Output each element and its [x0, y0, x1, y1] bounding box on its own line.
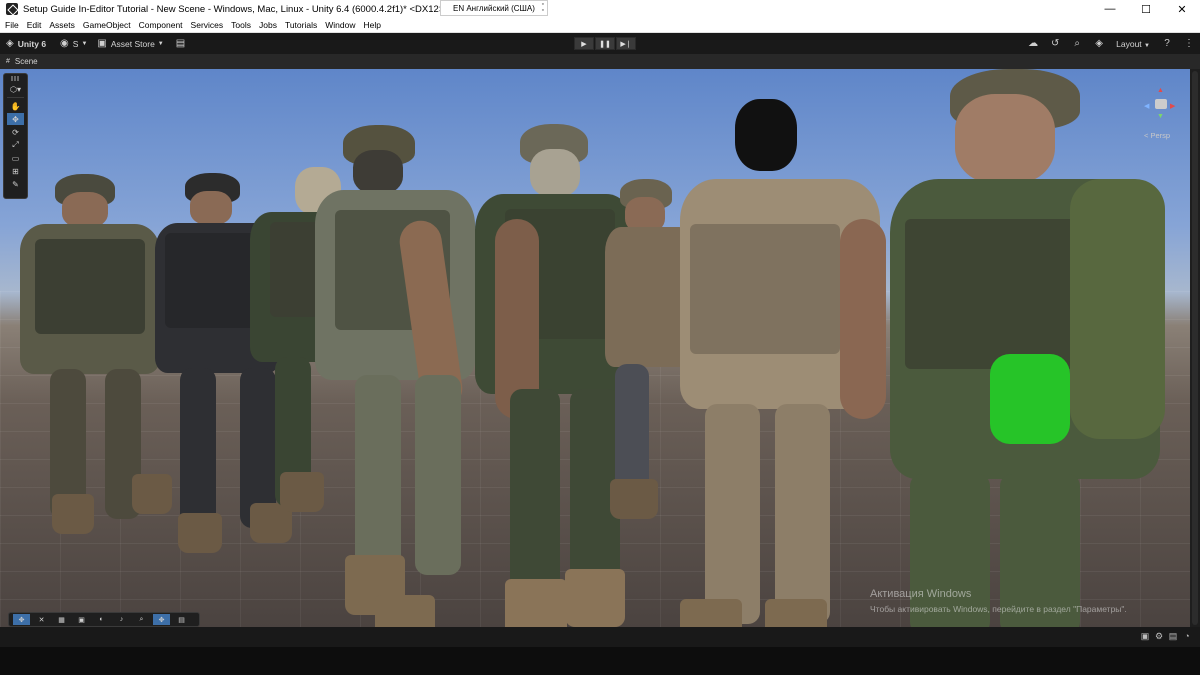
- shopping-bag-icon: ▣: [97, 38, 107, 49]
- scene-viewport[interactable]: [0, 69, 1190, 627]
- account-dropdown[interactable]: ◉ S ▼: [60, 38, 87, 49]
- rect-tool-icon[interactable]: ▭: [7, 152, 24, 164]
- pause-button[interactable]: ❚❚: [595, 37, 615, 50]
- layers-icon[interactable]: ◈: [1088, 38, 1110, 49]
- step-button[interactable]: ▶❘: [616, 37, 636, 50]
- down-axis-icon: ▼: [1157, 113, 1164, 120]
- transform-tool-icon[interactable]: ⊞: [7, 165, 24, 177]
- progress-icon[interactable]: ◔: [1180, 631, 1194, 642]
- z-axis-icon: ▶: [1170, 103, 1176, 110]
- custom-tool-icon[interactable]: ✎: [7, 178, 24, 190]
- package-icon: ▤: [175, 38, 186, 49]
- layout-label: Layout: [1116, 38, 1142, 49]
- build-status-icon[interactable]: ▣: [1138, 631, 1152, 642]
- user-icon: ◉: [60, 38, 69, 49]
- account-label: S: [72, 38, 79, 49]
- menu-bar: File Edit Assets GameObject Component Se…: [0, 18, 1200, 33]
- audio-icon[interactable]: ♪: [113, 614, 130, 625]
- menu-tools[interactable]: Tools: [231, 20, 251, 30]
- pivot-icon[interactable]: ✥: [153, 614, 170, 625]
- asset-store-label: Asset Store: [110, 38, 155, 49]
- scene-tab-label: Scene: [14, 57, 38, 66]
- asset-store-dropdown[interactable]: ▣ Asset Store ▼: [97, 38, 163, 49]
- window-title: Setup Guide In-Editor Tutorial - New Sce…: [23, 3, 445, 15]
- camera-icon[interactable]: ▤: [173, 614, 190, 625]
- frame-icon[interactable]: ▣: [73, 614, 90, 625]
- playback-controls: ▶ ❚❚ ▶❘: [574, 37, 637, 50]
- unity-logo-icon: ◈: [6, 38, 14, 49]
- move-gizmo-icon[interactable]: ✥: [13, 614, 30, 625]
- history-icon[interactable]: ↺: [1044, 38, 1066, 49]
- view-mode-icon[interactable]: ⬡▾: [7, 83, 24, 95]
- activation-subtitle: Чтобы активировать Windows, перейдите в …: [870, 604, 1127, 614]
- menu-gameobject[interactable]: GameObject: [83, 20, 131, 30]
- menu-edit[interactable]: Edit: [27, 20, 42, 30]
- chevron-down-icon: ▼: [1144, 42, 1150, 49]
- hand-tool-icon[interactable]: ✋: [7, 100, 24, 112]
- menu-jobs[interactable]: Jobs: [259, 20, 277, 30]
- tab-scene[interactable]: # Scene: [0, 54, 50, 69]
- unity-app-icon: [6, 3, 18, 15]
- perspective-label[interactable]: < Persp: [1144, 131, 1170, 140]
- window-title-bar: Setup Guide In-Editor Tutorial - New Sce…: [0, 0, 1200, 18]
- gizmo-center-icon: [1155, 99, 1167, 109]
- search-icon[interactable]: ⌕: [1066, 38, 1088, 49]
- status-bar: ▣ ⚙ ▤ ◔: [0, 627, 1200, 647]
- windows-activation-watermark: Активация Windows Чтобы активировать Win…: [870, 588, 1127, 614]
- input-method-icon: ▫ ▫: [541, 1, 544, 14]
- chevron-down-icon: ▼: [157, 40, 164, 47]
- maximize-button[interactable]: ☐: [1128, 0, 1164, 18]
- menu-component[interactable]: Component: [139, 20, 183, 30]
- cloud-icon[interactable]: ☁: [1022, 38, 1044, 49]
- unity-label: Unity 6: [17, 38, 47, 49]
- scene-tab-bar: # Scene: [0, 54, 1200, 69]
- os-taskbar: [0, 647, 1200, 675]
- menu-services[interactable]: Services: [191, 20, 224, 30]
- unity-account-button[interactable]: ◈ Unity 6: [6, 38, 46, 49]
- lighting-icon[interactable]: ◐: [93, 614, 110, 625]
- more-options-icon[interactable]: ⋮: [1178, 38, 1200, 49]
- chevron-down-icon: ▼: [81, 40, 88, 47]
- menu-help[interactable]: Help: [363, 20, 380, 30]
- play-button[interactable]: ▶: [574, 37, 594, 50]
- menu-tutorials[interactable]: Tutorials: [285, 20, 317, 30]
- menu-assets[interactable]: Assets: [49, 20, 75, 30]
- rotate-tool-icon[interactable]: ⟳: [7, 126, 24, 138]
- move-tool-icon[interactable]: ✥: [7, 113, 24, 125]
- x-axis-icon: ◀: [1144, 103, 1150, 110]
- help-icon[interactable]: ?: [1156, 38, 1178, 49]
- drag-handle[interactable]: [11, 76, 20, 81]
- menu-window[interactable]: Window: [325, 20, 355, 30]
- viewport-scrollbar[interactable]: [1190, 69, 1200, 627]
- snap-icon[interactable]: ✕: [33, 614, 50, 625]
- notifications-icon[interactable]: ▤: [1166, 631, 1180, 642]
- close-button[interactable]: ✕: [1164, 0, 1200, 18]
- menu-file[interactable]: File: [5, 20, 19, 30]
- y-axis-icon: ▲: [1157, 87, 1164, 94]
- minimize-button[interactable]: —: [1092, 0, 1128, 18]
- scene-tools-overlay: ⬡▾ ✋ ✥ ⟳ ⤢ ▭ ⊞ ✎: [3, 73, 28, 199]
- scene-view-overlay-toolbar: ✥ ✕ ▦ ▣ ◐ ♪ ⌕ ✥ ▤: [8, 612, 200, 627]
- toolbar-right: ☁ ↺ ⌕ ◈ Layout ▼ ? ⋮: [1022, 33, 1200, 54]
- scene-icon: #: [6, 58, 10, 65]
- scale-tool-icon[interactable]: ⤢: [7, 139, 24, 151]
- debug-icon[interactable]: ⚙: [1152, 631, 1166, 642]
- activation-title: Активация Windows: [870, 588, 972, 600]
- language-indicator[interactable]: EN Английский (США) ▫ ▫: [440, 0, 548, 16]
- grid-icon[interactable]: ▦: [53, 614, 70, 625]
- package-manager-button[interactable]: ▤: [176, 38, 189, 49]
- language-label: EN Английский (США): [453, 3, 535, 13]
- layout-dropdown[interactable]: Layout ▼: [1116, 39, 1150, 49]
- zoom-icon[interactable]: ⌕: [133, 614, 150, 625]
